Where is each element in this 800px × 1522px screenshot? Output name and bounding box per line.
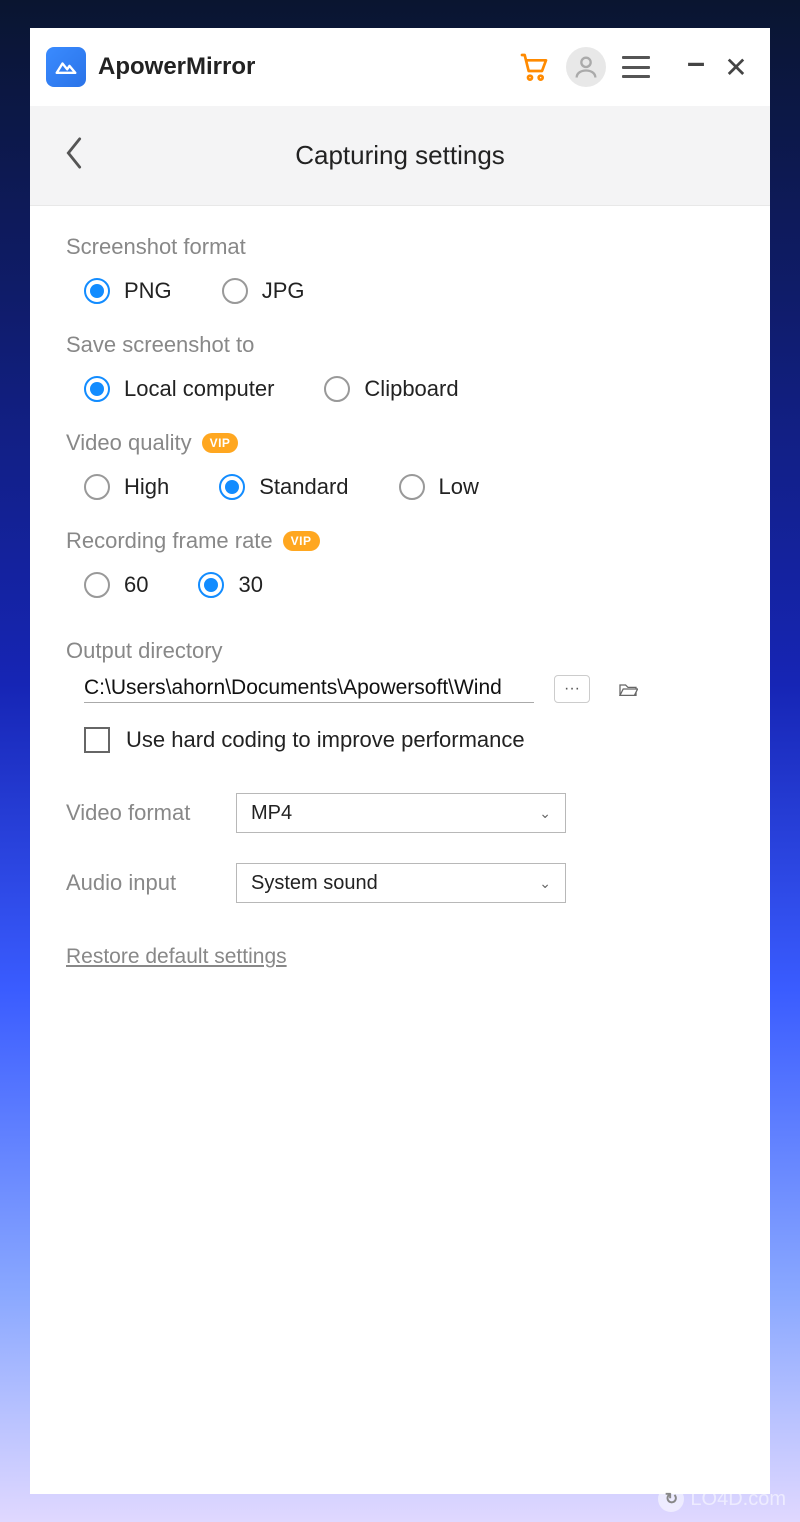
open-folder-icon[interactable] bbox=[610, 675, 646, 703]
chevron-down-icon: ⌄ bbox=[539, 875, 551, 892]
titlebar: ApowerMirror – ✕ bbox=[30, 28, 770, 106]
radio-icon bbox=[84, 474, 110, 500]
hamburger-menu-icon[interactable] bbox=[622, 56, 650, 78]
radio-high[interactable]: High bbox=[84, 474, 169, 500]
radio-icon bbox=[84, 572, 110, 598]
radio-label: Low bbox=[439, 474, 479, 500]
video-format-label: Video format bbox=[66, 800, 236, 826]
video-format-select[interactable]: MP4 ⌄ bbox=[236, 793, 566, 833]
radio-icon bbox=[219, 474, 245, 500]
audio-input-row: Audio input System sound ⌄ bbox=[66, 863, 734, 903]
checkbox-label: Use hard coding to improve performance bbox=[126, 727, 525, 753]
radio-icon bbox=[84, 278, 110, 304]
radio-label: 60 bbox=[124, 572, 148, 598]
screenshot-format-label: Screenshot format bbox=[66, 234, 734, 260]
radio-icon bbox=[84, 376, 110, 402]
radio-standard[interactable]: Standard bbox=[219, 474, 348, 500]
radio-icon bbox=[222, 278, 248, 304]
close-button[interactable]: ✕ bbox=[722, 51, 750, 84]
watermark-text: LO4D.com bbox=[690, 1488, 786, 1511]
app-logo-icon bbox=[46, 47, 86, 87]
screenshot-format-options: PNG JPG bbox=[84, 278, 734, 304]
video-quality-options: High Standard Low bbox=[84, 474, 734, 500]
radio-clipboard[interactable]: Clipboard bbox=[324, 376, 458, 402]
output-dir-label: Output directory bbox=[66, 638, 734, 664]
select-value: MP4 bbox=[251, 802, 292, 825]
vip-badge: VIP bbox=[202, 433, 239, 453]
vip-badge: VIP bbox=[283, 531, 320, 551]
settings-content: Screenshot format PNG JPG Save screensho… bbox=[30, 206, 770, 997]
radio-label: High bbox=[124, 474, 169, 500]
browse-button[interactable]: ··· bbox=[554, 675, 590, 703]
watermark: ↻ LO4D.com bbox=[658, 1486, 786, 1512]
page-header: Capturing settings bbox=[30, 106, 770, 206]
back-button[interactable] bbox=[64, 136, 84, 175]
video-quality-label: Video quality VIP bbox=[66, 430, 734, 456]
radio-label: Clipboard bbox=[364, 376, 458, 402]
audio-input-select[interactable]: System sound ⌄ bbox=[236, 863, 566, 903]
save-to-options: Local computer Clipboard bbox=[84, 376, 734, 402]
output-dir-row: C:\Users\ahorn\Documents\Apowersoft\Wind… bbox=[84, 674, 734, 703]
checkbox-icon bbox=[84, 727, 110, 753]
radio-low[interactable]: Low bbox=[399, 474, 479, 500]
output-dir-input[interactable]: C:\Users\ahorn\Documents\Apowersoft\Wind bbox=[84, 674, 534, 703]
radio-icon bbox=[198, 572, 224, 598]
label-text: Recording frame rate bbox=[66, 528, 273, 554]
frame-rate-options: 60 30 bbox=[84, 572, 734, 598]
cart-icon[interactable] bbox=[518, 51, 550, 83]
video-format-row: Video format MP4 ⌄ bbox=[66, 793, 734, 833]
radio-icon bbox=[324, 376, 350, 402]
watermark-icon: ↻ bbox=[658, 1486, 684, 1512]
radio-local-computer[interactable]: Local computer bbox=[84, 376, 274, 402]
hard-coding-checkbox-row[interactable]: Use hard coding to improve performance bbox=[84, 727, 734, 753]
chevron-down-icon: ⌄ bbox=[539, 805, 551, 822]
select-value: System sound bbox=[251, 872, 378, 895]
radio-label: 30 bbox=[238, 572, 262, 598]
frame-rate-label: Recording frame rate VIP bbox=[66, 528, 734, 554]
radio-jpg[interactable]: JPG bbox=[222, 278, 305, 304]
radio-60[interactable]: 60 bbox=[84, 572, 148, 598]
radio-label: PNG bbox=[124, 278, 172, 304]
user-avatar-icon[interactable] bbox=[566, 47, 606, 87]
radio-icon bbox=[399, 474, 425, 500]
audio-input-label: Audio input bbox=[66, 870, 236, 896]
label-text: Video quality bbox=[66, 430, 192, 456]
restore-defaults-link[interactable]: Restore default settings bbox=[66, 945, 287, 969]
app-window: ApowerMirror – ✕ Capturing settings Scre… bbox=[30, 28, 770, 1494]
app-name: ApowerMirror bbox=[98, 53, 518, 81]
page-title: Capturing settings bbox=[30, 140, 770, 171]
radio-label: Local computer bbox=[124, 376, 274, 402]
minimize-button[interactable]: – bbox=[682, 55, 710, 69]
save-to-label: Save screenshot to bbox=[66, 332, 734, 358]
radio-label: Standard bbox=[259, 474, 348, 500]
radio-png[interactable]: PNG bbox=[84, 278, 172, 304]
radio-30[interactable]: 30 bbox=[198, 572, 262, 598]
radio-label: JPG bbox=[262, 278, 305, 304]
